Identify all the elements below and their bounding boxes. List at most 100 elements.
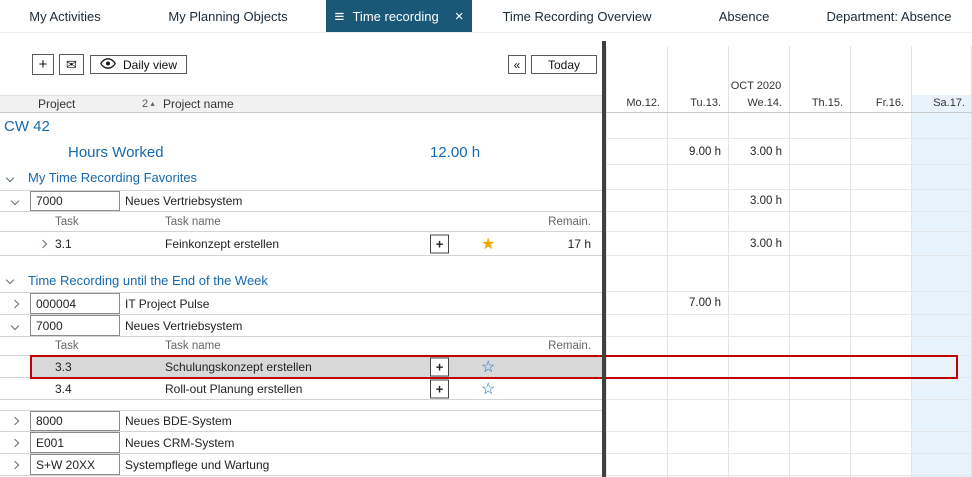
row-spacer — [0, 400, 972, 410]
project-row[interactable]: 7000 Neues Vertriebsystem 3.00 h — [0, 190, 972, 212]
project-id-cell[interactable]: 8000 — [30, 411, 120, 431]
panel-splitter[interactable] — [602, 41, 606, 477]
project-name: Neues Vertriebsystem — [125, 191, 242, 211]
week-row: CW 42 — [0, 113, 972, 139]
task-id: 3.1 — [55, 232, 72, 255]
expand-icon[interactable] — [11, 460, 19, 468]
day-hours: 3.00 h — [728, 190, 789, 211]
expand-icon[interactable] — [11, 321, 19, 329]
day-hours[interactable]: 3.00 h — [728, 232, 789, 255]
expand-icon[interactable] — [39, 239, 47, 247]
mail-button[interactable]: ✉ — [59, 54, 84, 75]
section-favorites[interactable]: My Time Recording Favorites — [0, 165, 972, 190]
sort-indicator: 2 ▲ — [142, 96, 156, 112]
tab-bar: My Activities My Planning Objects ≡ Time… — [0, 0, 972, 33]
tab-label: Time recording — [352, 9, 438, 24]
eye-icon — [100, 58, 116, 72]
project-name: IT Project Pulse — [125, 293, 209, 314]
add-entry-button[interactable]: + — [430, 379, 449, 398]
day-hours: 7.00 h — [667, 292, 728, 314]
expand-icon[interactable] — [11, 299, 19, 307]
day-header: Sa.17. — [911, 95, 972, 112]
hours-worked-total: 12.00 h — [430, 139, 480, 165]
add-button[interactable]: + — [32, 54, 54, 75]
daily-view-button[interactable]: Daily view — [90, 55, 187, 74]
column-header-task: Task — [55, 212, 79, 231]
project-table-header: Project 2 ▲ Project name — [0, 95, 603, 112]
day-header: We.14. — [728, 95, 789, 112]
project-name: Neues BDE-System — [125, 411, 232, 431]
day-header: Fr.16. — [850, 95, 911, 112]
collapse-icon[interactable] — [6, 276, 14, 284]
previous-week-button[interactable]: « — [508, 55, 526, 74]
menu-icon[interactable]: ≡ — [335, 8, 345, 25]
add-entry-button[interactable]: + — [430, 234, 449, 253]
today-button[interactable]: Today — [531, 55, 597, 74]
daily-view-label: Daily view — [123, 58, 177, 72]
tab-my-activities[interactable]: My Activities — [0, 0, 130, 32]
remaining-hours: 17 h — [568, 232, 591, 255]
column-header-remain: Remain. — [548, 212, 591, 231]
section-title: My Time Recording Favorites — [28, 165, 197, 190]
project-row[interactable]: S+W 20XX Systempflege und Wartung — [0, 454, 972, 476]
column-header-remain: Remain. — [548, 337, 591, 355]
favorite-star-icon[interactable]: ☆ — [481, 356, 495, 377]
task-name: Schulungskonzept erstellen — [165, 356, 312, 377]
day-total-hours: 3.00 h — [728, 139, 789, 164]
content-area: + ✉ Daily view « Today OCT 2020 Project … — [0, 33, 972, 477]
day-header: Mo.12. — [606, 95, 667, 112]
day-header: Th.15. — [789, 95, 850, 112]
expand-icon[interactable] — [11, 438, 19, 446]
column-header-task-name: Task name — [165, 337, 221, 355]
favorite-star-icon[interactable]: ★ — [481, 232, 495, 255]
hours-worked-label: Hours Worked — [68, 139, 164, 165]
date-navigation: « Today — [508, 55, 597, 74]
project-name: Neues CRM-System — [125, 432, 234, 453]
project-id-cell[interactable]: 7000 — [30, 315, 120, 336]
section-end-of-week[interactable]: Time Recording until the End of the Week — [0, 268, 972, 292]
expand-icon[interactable] — [11, 417, 19, 425]
task-row[interactable]: 3.1 Feinkonzept erstellen + ★ 17 h 3.00 … — [0, 232, 972, 256]
tab-time-recording-overview[interactable]: Time Recording Overview — [472, 0, 682, 32]
project-id-cell[interactable]: E001 — [30, 432, 120, 453]
project-id-cell[interactable]: 000004 — [30, 293, 120, 314]
column-header-task: Task — [55, 337, 79, 355]
selection-highlight — [30, 356, 603, 377]
task-name: Roll-out Planung erstellen — [165, 378, 302, 399]
expand-icon[interactable] — [11, 197, 19, 205]
tab-my-planning-objects[interactable]: My Planning Objects — [130, 0, 326, 32]
favorite-star-icon[interactable]: ☆ — [481, 378, 495, 399]
task-id: 3.3 — [55, 356, 72, 377]
month-label: OCT 2020 — [606, 80, 906, 92]
time-recording-app: My Activities My Planning Objects ≡ Time… — [0, 0, 972, 477]
project-row[interactable]: 000004 IT Project Pulse 7.00 h — [0, 292, 972, 315]
tab-absence[interactable]: Absence — [682, 0, 806, 32]
task-row-selected[interactable]: 3.3 Schulungskonzept erstellen + ☆ — [0, 356, 972, 378]
column-header-project[interactable]: Project — [38, 96, 75, 112]
task-id: 3.4 — [55, 378, 72, 399]
hours-worked-row: Hours Worked 12.00 h 9.00 h 3.00 h — [0, 139, 972, 165]
task-row[interactable]: 3.4 Roll-out Planung erstellen + ☆ — [0, 378, 972, 400]
day-header: Tu.13. — [667, 95, 728, 112]
project-id-cell[interactable]: 7000 — [30, 191, 120, 211]
task-header-row: Task Task name Remain. — [0, 212, 972, 232]
time-recording-table: CW 42 Hours Worked 12.00 h 9.00 h 3.00 h — [0, 113, 972, 476]
task-header-row: Task Task name Remain. — [0, 337, 972, 356]
column-header-project-name[interactable]: Project name — [163, 96, 234, 112]
project-id-cell[interactable]: S+W 20XX — [30, 454, 120, 475]
row-spacer — [0, 256, 972, 268]
project-row[interactable]: E001 Neues CRM-System — [0, 432, 972, 454]
tab-department-absence[interactable]: Department: Absence — [806, 0, 972, 32]
day-total-hours: 9.00 h — [667, 139, 728, 164]
column-header-task-name: Task name — [165, 212, 221, 231]
collapse-icon[interactable] — [6, 173, 14, 181]
project-row[interactable]: 8000 Neues BDE-System — [0, 410, 972, 432]
project-name: Neues Vertriebsystem — [125, 315, 242, 336]
close-icon[interactable]: × — [455, 9, 464, 24]
project-row[interactable]: 7000 Neues Vertriebsystem — [0, 315, 972, 337]
add-entry-button[interactable]: + — [430, 357, 449, 376]
section-title: Time Recording until the End of the Week — [28, 268, 268, 292]
project-name: Systempflege und Wartung — [125, 454, 269, 475]
week-title: CW 42 — [4, 113, 50, 139]
tab-time-recording[interactable]: ≡ Time recording × — [326, 0, 472, 32]
